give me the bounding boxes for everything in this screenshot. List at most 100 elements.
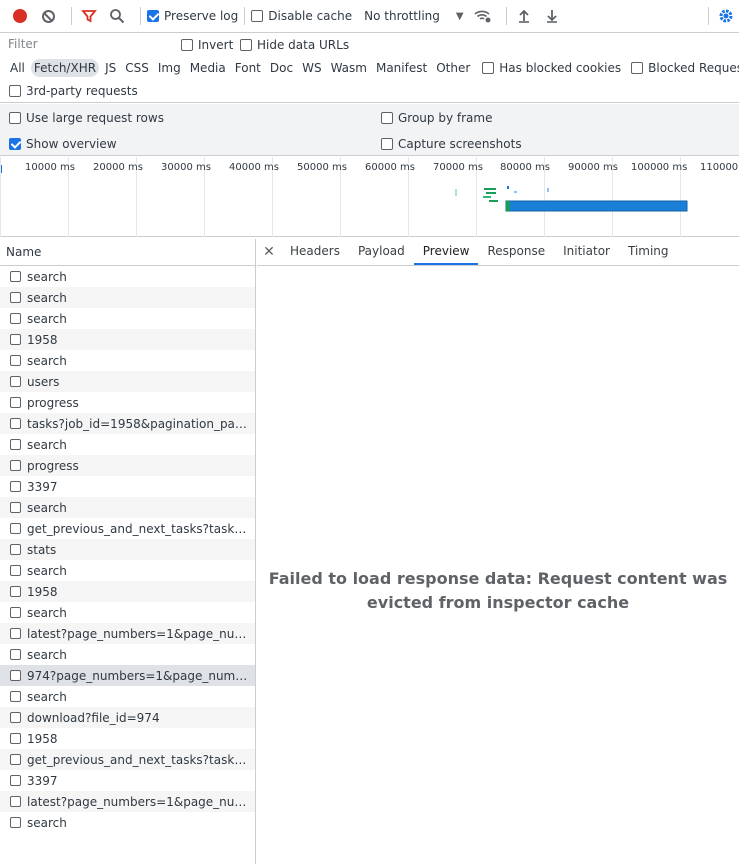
- row-checkbox[interactable]: [10, 376, 21, 387]
- request-row[interactable]: download?file_id=974: [0, 707, 255, 728]
- search-button[interactable]: [106, 5, 128, 27]
- request-row[interactable]: stats: [0, 539, 255, 560]
- row-checkbox[interactable]: [10, 775, 21, 786]
- request-row[interactable]: search: [0, 287, 255, 308]
- request-row[interactable]: search: [0, 497, 255, 518]
- hide-data-urls-checkbox[interactable]: Hide data URLs: [240, 38, 349, 52]
- request-row[interactable]: progress: [0, 455, 255, 476]
- request-row[interactable]: get_previous_and_next_tasks?task_id=3397: [0, 518, 255, 539]
- row-checkbox[interactable]: [10, 292, 21, 303]
- type-filter-css[interactable]: CSS: [122, 59, 152, 77]
- request-row[interactable]: search: [0, 560, 255, 581]
- tab-payload[interactable]: Payload: [349, 239, 414, 265]
- preserve-log-checkbox[interactable]: Preserve log: [147, 9, 238, 23]
- row-checkbox[interactable]: [10, 334, 21, 345]
- blocked-requests-checkbox[interactable]: Blocked Requests: [631, 61, 739, 75]
- request-row[interactable]: search: [0, 812, 255, 833]
- row-checkbox[interactable]: [10, 460, 21, 471]
- checkbox-box[interactable]: [381, 112, 393, 124]
- filter-input[interactable]: [3, 34, 169, 54]
- row-checkbox[interactable]: [10, 397, 21, 408]
- request-row[interactable]: search: [0, 308, 255, 329]
- request-row[interactable]: search: [0, 686, 255, 707]
- row-checkbox[interactable]: [10, 796, 21, 807]
- request-row[interactable]: 1958: [0, 581, 255, 602]
- row-checkbox[interactable]: [10, 565, 21, 576]
- request-row[interactable]: 1958: [0, 329, 255, 350]
- third-party-checkbox[interactable]: 3rd-party requests: [9, 84, 138, 98]
- type-filter-font[interactable]: Font: [232, 59, 264, 77]
- capture-screenshots-checkbox[interactable]: Capture screenshots: [381, 137, 522, 151]
- request-row[interactable]: tasks?job_id=1958&pagination_page_size=1…: [0, 413, 255, 434]
- request-row[interactable]: get_previous_and_next_tasks?task_id=3397: [0, 749, 255, 770]
- network-overview[interactable]: 10000 ms 20000 ms 30000 ms 40000 ms 5000…: [0, 157, 739, 237]
- network-conditions-button[interactable]: [472, 5, 494, 27]
- type-filter-img[interactable]: Img: [155, 59, 184, 77]
- filter-toggle-button[interactable]: [78, 5, 100, 27]
- row-checkbox[interactable]: [10, 754, 21, 765]
- row-checkbox[interactable]: [10, 712, 21, 723]
- row-checkbox[interactable]: [10, 271, 21, 282]
- row-checkbox[interactable]: [10, 523, 21, 534]
- row-checkbox[interactable]: [10, 502, 21, 513]
- checkbox-box[interactable]: [181, 38, 193, 51]
- row-checkbox[interactable]: [10, 649, 21, 660]
- request-row[interactable]: 3397: [0, 770, 255, 791]
- row-checkbox[interactable]: [10, 586, 21, 597]
- row-checkbox[interactable]: [10, 607, 21, 618]
- row-checkbox[interactable]: [10, 481, 21, 492]
- type-filter-other[interactable]: Other: [433, 59, 473, 77]
- request-row[interactable]: users: [0, 371, 255, 392]
- checkbox-box[interactable]: [240, 38, 252, 51]
- request-row[interactable]: progress: [0, 392, 255, 413]
- checkbox-box[interactable]: [482, 61, 495, 74]
- row-checkbox[interactable]: [10, 544, 21, 555]
- type-filter-wasm[interactable]: Wasm: [328, 59, 370, 77]
- request-row[interactable]: search: [0, 434, 255, 455]
- row-checkbox[interactable]: [10, 439, 21, 450]
- row-checkbox[interactable]: [10, 628, 21, 639]
- tab-initiator[interactable]: Initiator: [554, 239, 619, 265]
- close-icon[interactable]: ✕: [257, 239, 281, 265]
- disable-cache-checkbox[interactable]: Disable cache: [251, 9, 352, 23]
- checkbox-box[interactable]: [9, 85, 21, 97]
- checkbox-box[interactable]: [9, 138, 21, 150]
- network-settings-button[interactable]: [715, 5, 737, 27]
- row-checkbox[interactable]: [10, 670, 21, 681]
- type-filter-ws[interactable]: WS: [299, 59, 324, 77]
- type-filter-all[interactable]: All: [7, 59, 28, 77]
- request-row[interactable]: search: [0, 644, 255, 665]
- blocked-cookies-checkbox[interactable]: Has blocked cookies: [482, 61, 621, 75]
- checkbox-box[interactable]: [381, 138, 393, 150]
- request-row[interactable]: search: [0, 266, 255, 287]
- request-row[interactable]: 3397: [0, 476, 255, 497]
- tab-response[interactable]: Response: [478, 239, 554, 265]
- show-overview-checkbox[interactable]: Show overview: [9, 137, 117, 151]
- export-har-button[interactable]: [541, 5, 563, 27]
- request-row[interactable]: latest?page_numbers=1&page_numbers=2: [0, 791, 255, 812]
- checkbox-box[interactable]: [251, 10, 264, 22]
- invert-checkbox[interactable]: Invert: [181, 38, 233, 52]
- checkbox-box[interactable]: [631, 61, 644, 74]
- request-row-selected[interactable]: 974?page_numbers=1&page_numbers=2: [0, 665, 255, 686]
- type-filter-media[interactable]: Media: [187, 59, 229, 77]
- request-row[interactable]: 1958: [0, 728, 255, 749]
- tab-timing[interactable]: Timing: [619, 239, 678, 265]
- row-checkbox[interactable]: [10, 733, 21, 744]
- tab-headers[interactable]: Headers: [281, 239, 349, 265]
- type-filter-js[interactable]: JS: [102, 59, 119, 77]
- large-rows-checkbox[interactable]: Use large request rows: [9, 111, 164, 125]
- type-filter-doc[interactable]: Doc: [267, 59, 296, 77]
- request-row[interactable]: latest?page_numbers=1&page_numbers=2: [0, 623, 255, 644]
- row-checkbox[interactable]: [10, 418, 21, 429]
- record-button[interactable]: [9, 5, 31, 27]
- name-column-header[interactable]: Name: [0, 239, 255, 266]
- row-checkbox[interactable]: [10, 355, 21, 366]
- import-har-button[interactable]: [513, 5, 535, 27]
- group-by-frame-checkbox[interactable]: Group by frame: [381, 111, 492, 125]
- checkbox-box[interactable]: [9, 112, 21, 124]
- checkbox-box[interactable]: [147, 10, 159, 22]
- type-filter-fetch-xhr[interactable]: Fetch/XHR: [30, 58, 100, 77]
- row-checkbox[interactable]: [10, 691, 21, 702]
- row-checkbox[interactable]: [10, 313, 21, 324]
